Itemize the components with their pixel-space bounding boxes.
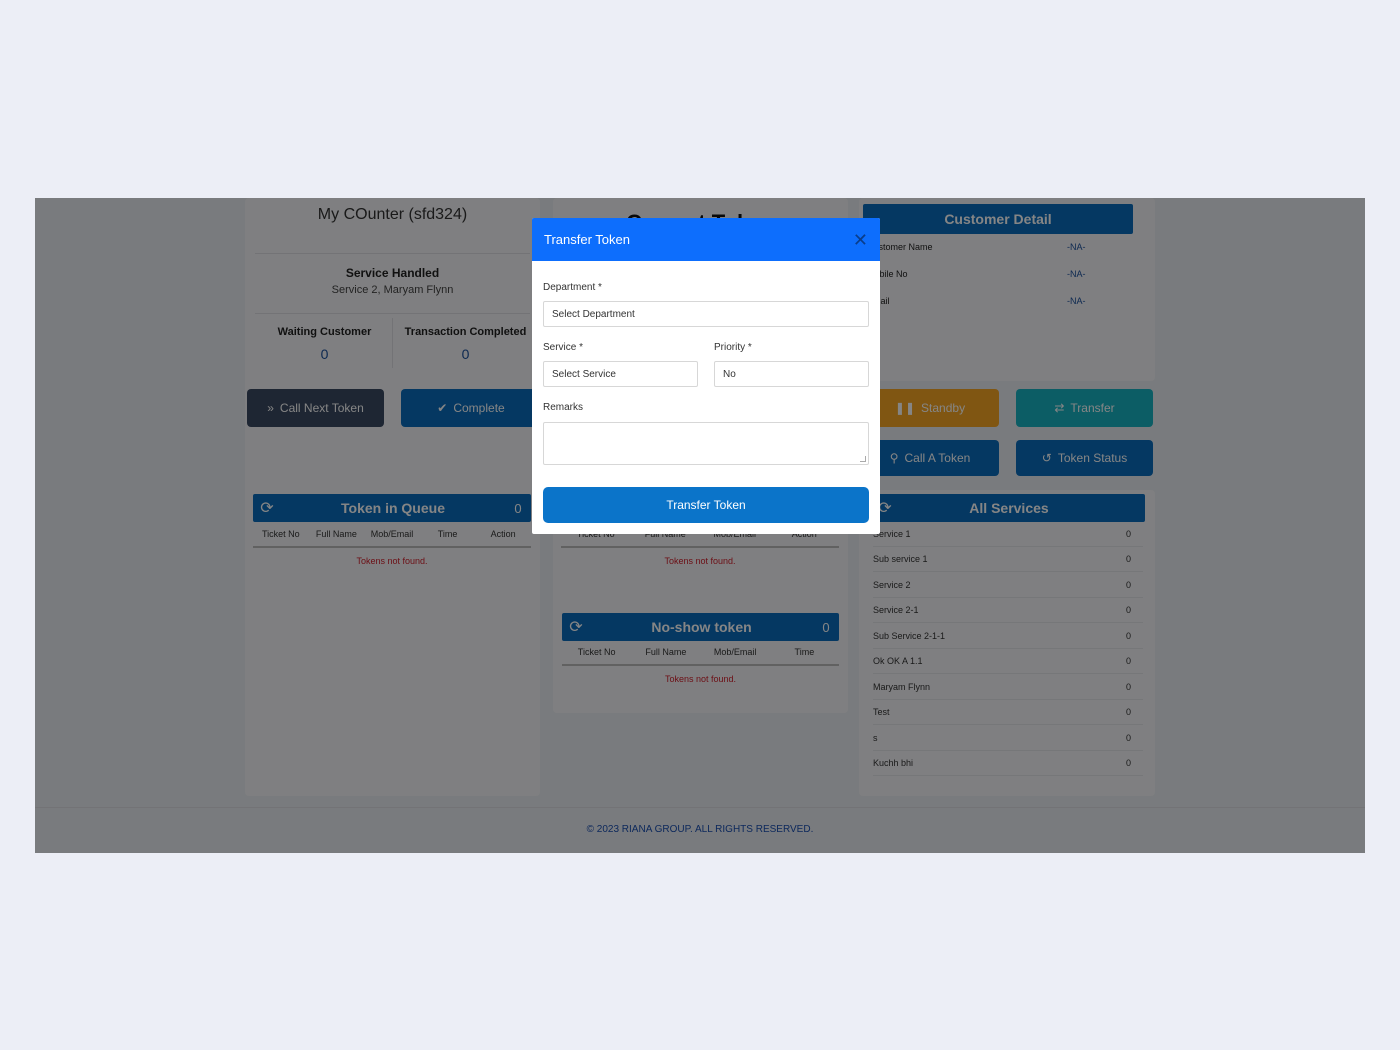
service-select[interactable]: Select Service — [543, 361, 698, 387]
transfer-token-modal: Transfer Token ✕ Department * Select Dep… — [532, 218, 880, 534]
modal-header: Transfer Token ✕ — [532, 218, 880, 261]
department-select[interactable]: Select Department — [543, 301, 869, 327]
service-label: Service * — [543, 342, 584, 353]
priority-select[interactable]: No — [714, 361, 869, 387]
close-icon[interactable]: ✕ — [853, 231, 868, 249]
resize-handle-icon[interactable] — [860, 456, 866, 462]
remarks-label: Remarks — [543, 402, 584, 413]
transfer-token-submit-button[interactable]: Transfer Token — [543, 487, 869, 523]
modal-title: Transfer Token — [544, 232, 630, 247]
priority-label: Priority * — [714, 342, 752, 353]
remarks-textarea[interactable] — [543, 422, 869, 465]
department-label: Department * — [543, 282, 602, 293]
